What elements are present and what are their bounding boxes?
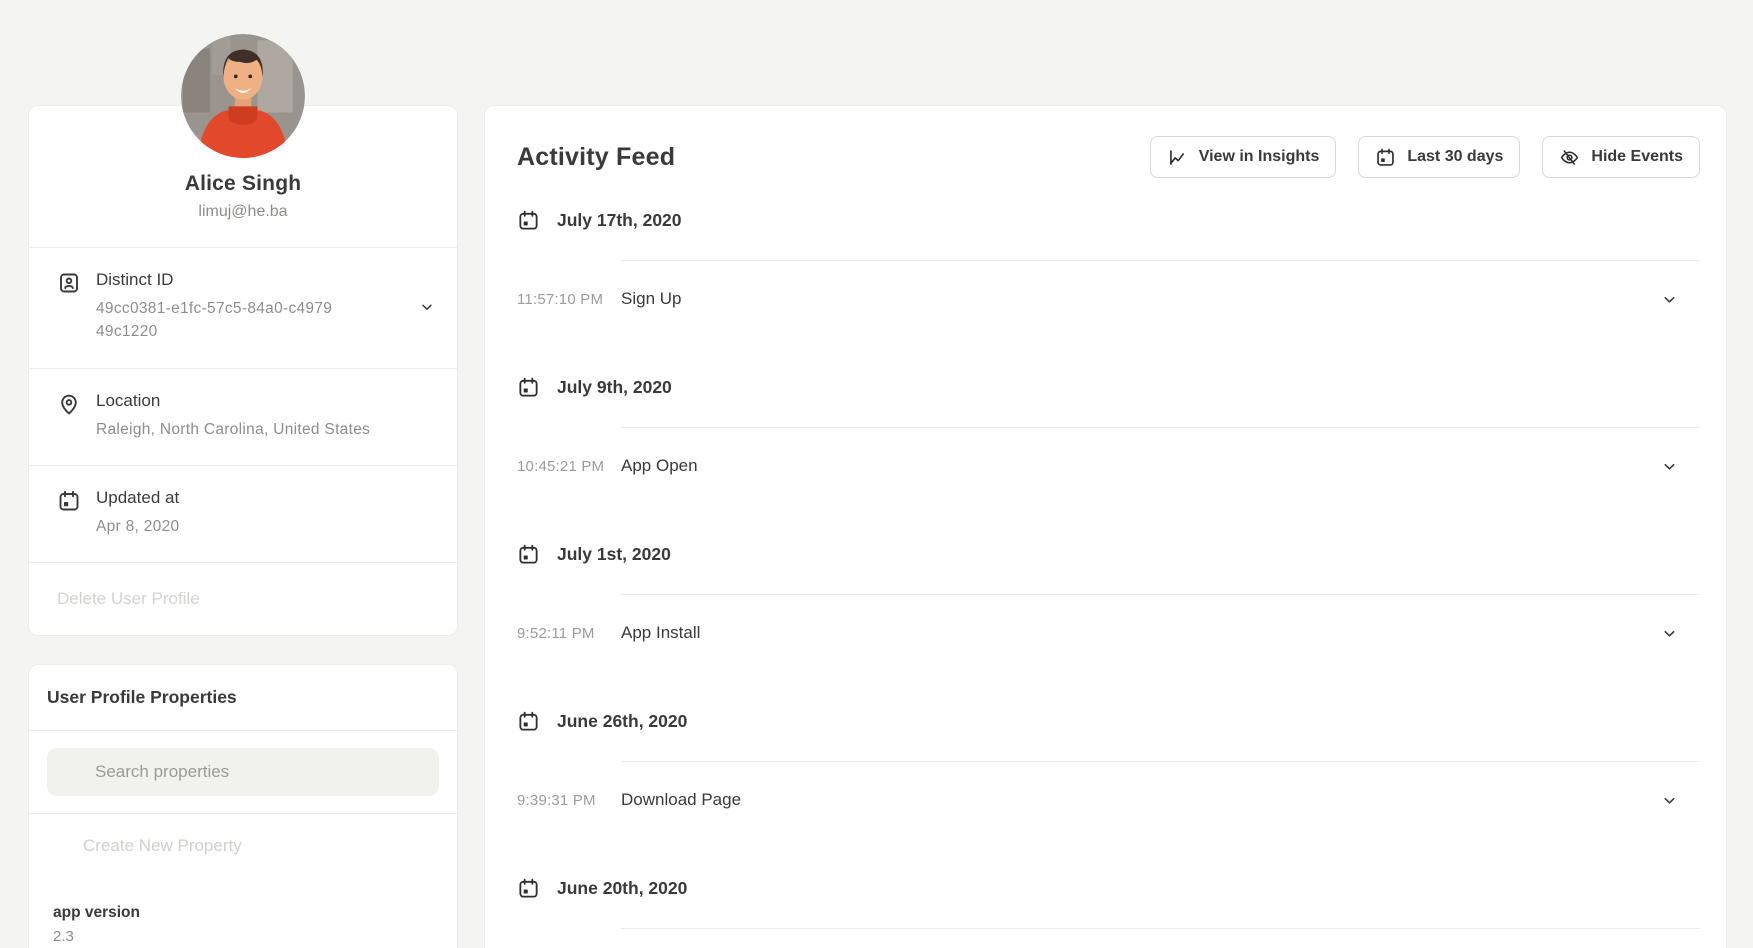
event-time: 9:52:11 PM	[517, 625, 621, 642]
button-label: Hide Events	[1591, 148, 1683, 166]
feed-date-label: July 1st, 2020	[557, 544, 671, 565]
feed-action-buttons: View in Insights Last 30 days Hide Event…	[1150, 136, 1700, 178]
profile-email: limuj@he.ba	[49, 203, 437, 221]
event-time: 11:57:10 PM	[517, 291, 621, 308]
view-in-insights-button[interactable]: View in Insights	[1150, 136, 1337, 178]
calendar-icon	[517, 710, 540, 733]
feed-date-label: June 20th, 2020	[557, 878, 687, 899]
property-name: app version	[53, 904, 433, 922]
chevron-down-icon[interactable]	[1661, 792, 1678, 809]
chevron-down-icon[interactable]	[1661, 625, 1678, 642]
create-new-property-button[interactable]: Create New Property	[29, 813, 457, 878]
button-label: View in Insights	[1199, 148, 1320, 166]
calendar-icon	[517, 543, 540, 566]
activity-feed-title: Activity Feed	[517, 143, 675, 172]
insights-chart-icon	[1167, 147, 1188, 168]
chevron-down-icon[interactable]	[1661, 291, 1678, 308]
event-time: 10:45:21 PM	[517, 458, 621, 475]
feed-date-label: July 17th, 2020	[557, 210, 682, 231]
profile-field-row: Distinct ID 49cc0381-e1fc-57c5-84a0-c497…	[29, 247, 457, 368]
feed-date-group: June 20th, 2020	[517, 876, 1700, 929]
activity-feed-card: Activity Feed View in Insights Last 30 d…	[484, 105, 1727, 948]
delete-user-profile-button[interactable]: Delete User Profile	[29, 562, 457, 635]
field-label: Location	[96, 391, 435, 411]
event-name: App Install	[621, 623, 1661, 643]
feed-date-row: July 9th, 2020	[517, 375, 1700, 399]
profile-name: Alice Singh	[49, 172, 437, 196]
feed-date-group: July 17th, 2020 11:57:10 PM Sign Up	[517, 208, 1700, 343]
event-row[interactable]: 9:39:31 PM Download Page	[517, 762, 1700, 844]
calendar-icon	[57, 489, 81, 513]
field-label: Updated at	[96, 488, 435, 508]
feed-date-row: June 26th, 2020	[517, 709, 1700, 733]
search-section	[29, 730, 457, 813]
search-properties-box[interactable]	[47, 748, 439, 796]
event-row[interactable]: 11:57:10 PM Sign Up	[517, 261, 1700, 343]
calendar-icon	[517, 877, 540, 900]
feed-date-group: June 26th, 2020 9:39:31 PM Download Page	[517, 709, 1700, 844]
properties-panel-title: User Profile Properties	[29, 665, 457, 730]
left-sidebar: Alice Singh limuj@he.ba Distinct ID 49cc…	[28, 0, 458, 948]
property-value: 2.3	[53, 928, 433, 945]
location-pin-icon	[57, 392, 81, 416]
hide-events-button[interactable]: Hide Events	[1542, 136, 1700, 178]
last-30-days-button[interactable]: Last 30 days	[1358, 136, 1520, 178]
id-card-icon	[57, 271, 81, 295]
plus-icon	[51, 837, 69, 855]
chevron-down-icon[interactable]	[1661, 458, 1678, 475]
field-label: Distinct ID	[96, 270, 404, 290]
page: Alice Singh limuj@he.ba Distinct ID 49cc…	[28, 0, 1727, 948]
event-time: 9:39:31 PM	[517, 792, 621, 809]
event-name: App Open	[621, 456, 1661, 476]
event-row[interactable]: 10:45:21 PM App Open	[517, 428, 1700, 510]
field-value: Apr 8, 2020	[96, 515, 435, 538]
profile-field-row: Location Raleigh, North Carolina, United…	[29, 368, 457, 465]
user-profile-properties-card: User Profile Properties Create New Prope…	[28, 664, 458, 948]
eye-off-icon	[1559, 147, 1580, 168]
create-new-property-label: Create New Property	[83, 836, 242, 856]
feed-date-label: July 9th, 2020	[557, 377, 672, 398]
chevron-down-icon[interactable]	[419, 299, 435, 315]
feed-date-row: July 1st, 2020	[517, 542, 1700, 566]
button-label: Last 30 days	[1407, 148, 1503, 166]
event-name: Sign Up	[621, 289, 1661, 309]
search-icon	[63, 762, 83, 782]
feed-divider	[621, 928, 1700, 929]
field-value: Raleigh, North Carolina, United States	[96, 418, 435, 441]
property-list-item[interactable]: app version 2.3	[29, 878, 457, 948]
feed-date-label: June 26th, 2020	[557, 711, 687, 732]
event-name: Download Page	[621, 790, 1661, 810]
feed-date-group: July 9th, 2020 10:45:21 PM App Open	[517, 375, 1700, 510]
feed-date-group: July 1st, 2020 9:52:11 PM App Install	[517, 542, 1700, 677]
calendar-icon	[1375, 147, 1396, 168]
calendar-icon	[517, 376, 540, 399]
search-properties-input[interactable]	[95, 762, 423, 782]
avatar	[181, 34, 305, 158]
feed-date-row: June 20th, 2020	[517, 876, 1700, 900]
field-value: 49cc0381-e1fc-57c5-84a0-c497949c1220	[96, 297, 341, 344]
calendar-icon	[517, 209, 540, 232]
profile-card: Alice Singh limuj@he.ba Distinct ID 49cc…	[28, 105, 458, 636]
profile-field-row: Updated at Apr 8, 2020	[29, 465, 457, 562]
activity-feed-header: Activity Feed View in Insights Last 30 d…	[517, 136, 1700, 178]
feed-body: July 17th, 2020 11:57:10 PM Sign Up July…	[517, 208, 1700, 929]
event-row[interactable]: 9:52:11 PM App Install	[517, 595, 1700, 677]
feed-date-row: July 17th, 2020	[517, 208, 1700, 232]
